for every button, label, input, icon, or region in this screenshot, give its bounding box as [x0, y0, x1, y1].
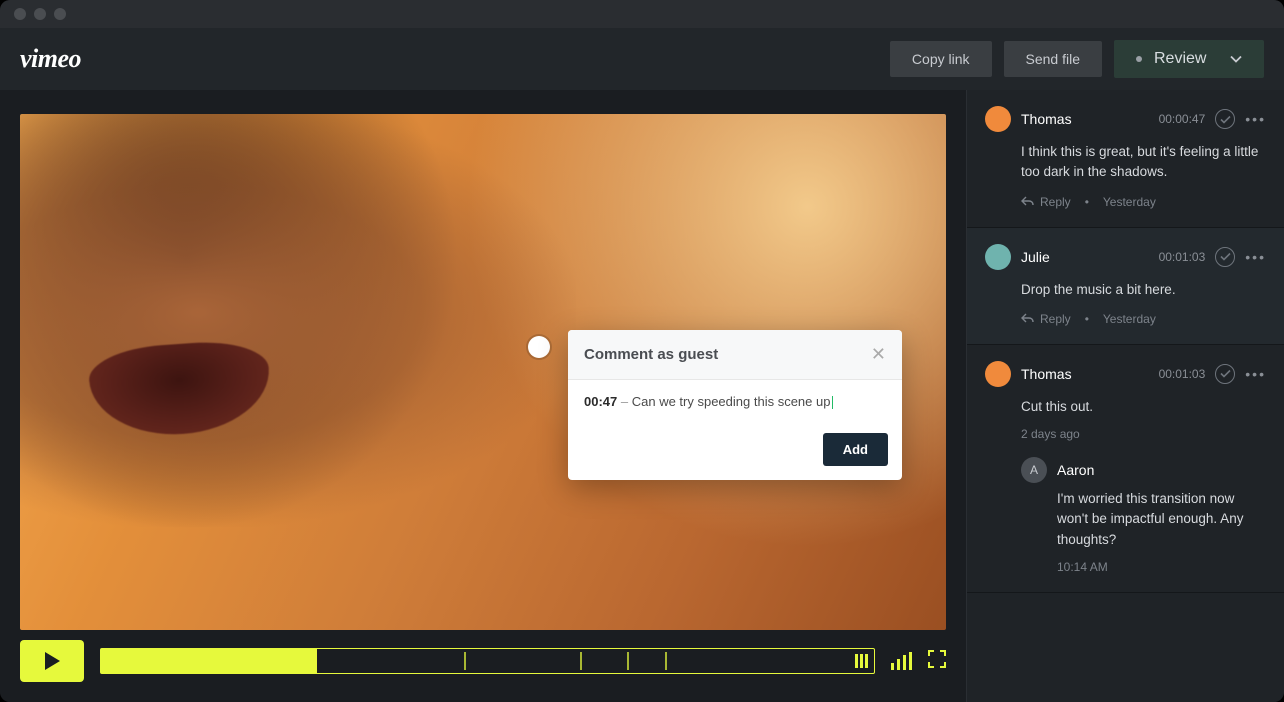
comment-item[interactable]: Julie 00:01:03 ••• Drop the music a bit … [967, 228, 1284, 345]
avatar [985, 106, 1011, 132]
send-file-button[interactable]: Send file [1004, 41, 1102, 77]
annotation-marker[interactable] [528, 336, 550, 358]
vimeo-logo: vimeo [20, 44, 81, 74]
video-decor [20, 114, 576, 527]
comment-age: Yesterday [1103, 312, 1156, 326]
comment-item[interactable]: Thomas 00:01:03 ••• Cut this out. 2 days… [967, 345, 1284, 593]
resolve-check-icon[interactable] [1215, 247, 1235, 267]
comment-timestamp: 00:01:03 [1159, 367, 1206, 381]
comment-draft-text: Can we try speeding this scene up [632, 394, 831, 409]
comment-author: Thomas [1021, 366, 1149, 382]
comment-as-guest-popup: Comment as guest ✕ 00:47 – Can we try sp… [568, 330, 902, 480]
video-frame[interactable]: Comment as guest ✕ 00:47 – Can we try sp… [20, 114, 946, 630]
avatar: A [1021, 457, 1047, 483]
comment-text: I think this is great, but it's feeling … [1021, 142, 1266, 183]
timeline-progress [101, 649, 317, 673]
close-icon[interactable]: ✕ [871, 344, 886, 365]
fullscreen-icon[interactable] [928, 650, 946, 673]
comment-age: 2 days ago [1021, 427, 1266, 441]
timeline-marker[interactable] [665, 652, 667, 670]
close-window-icon[interactable] [14, 8, 26, 20]
chevron-down-icon [1230, 50, 1242, 68]
comment-text: I'm worried this transition now won't be… [1057, 489, 1266, 550]
comment-author: Thomas [1021, 111, 1149, 127]
comment-item[interactable]: Thomas 00:00:47 ••• I think this is grea… [967, 90, 1284, 228]
comment-text: Cut this out. [1021, 397, 1266, 417]
review-status-select[interactable]: Review [1114, 40, 1264, 78]
timeline-marker[interactable] [580, 652, 582, 670]
timeline-end-icon [855, 654, 868, 668]
comment-timestamp: 00:47 [584, 394, 617, 409]
comment-text: Drop the music a bit here. [1021, 280, 1266, 300]
comment-timestamp: 00:00:47 [1159, 112, 1206, 126]
resolve-check-icon[interactable] [1215, 109, 1235, 129]
nested-reply: A Aaron I'm worried this transition now … [1021, 457, 1266, 574]
comment-author: Aaron [1057, 462, 1266, 478]
minimize-window-icon[interactable] [34, 8, 46, 20]
comment-timestamp: 00:01:03 [1159, 250, 1206, 264]
comment-age: 10:14 AM [1057, 560, 1266, 574]
comment-author: Julie [1021, 249, 1149, 265]
status-dot-icon [1136, 56, 1142, 62]
timeline-marker[interactable] [627, 652, 629, 670]
popup-title: Comment as guest [584, 346, 871, 363]
mac-titlebar [0, 0, 1284, 28]
reply-button[interactable]: Reply [1021, 312, 1071, 326]
app-window: vimeo Copy link Send file Review Comment… [0, 0, 1284, 702]
timeline-marker[interactable] [464, 652, 466, 670]
resolve-check-icon[interactable] [1215, 364, 1235, 384]
comment-input[interactable]: 00:47 – Can we try speeding this scene u… [584, 394, 886, 409]
reply-button[interactable]: Reply [1021, 195, 1071, 209]
volume-control[interactable] [891, 652, 912, 670]
app-header: vimeo Copy link Send file Review [0, 28, 1284, 90]
more-icon[interactable]: ••• [1245, 366, 1266, 382]
more-icon[interactable]: ••• [1245, 111, 1266, 127]
play-button[interactable] [20, 640, 84, 682]
player-controls [20, 640, 946, 682]
review-status-label: Review [1154, 50, 1216, 68]
main-content: Comment as guest ✕ 00:47 – Can we try sp… [0, 90, 1284, 702]
timeline-scrubber[interactable] [100, 648, 875, 674]
more-icon[interactable]: ••• [1245, 249, 1266, 265]
maximize-window-icon[interactable] [54, 8, 66, 20]
comments-sidebar: Thomas 00:00:47 ••• I think this is grea… [966, 90, 1284, 702]
video-stage: Comment as guest ✕ 00:47 – Can we try sp… [0, 90, 966, 702]
avatar [985, 361, 1011, 387]
avatar [985, 244, 1011, 270]
copy-link-button[interactable]: Copy link [890, 41, 992, 77]
comment-age: Yesterday [1103, 195, 1156, 209]
add-comment-button[interactable]: Add [823, 433, 888, 466]
